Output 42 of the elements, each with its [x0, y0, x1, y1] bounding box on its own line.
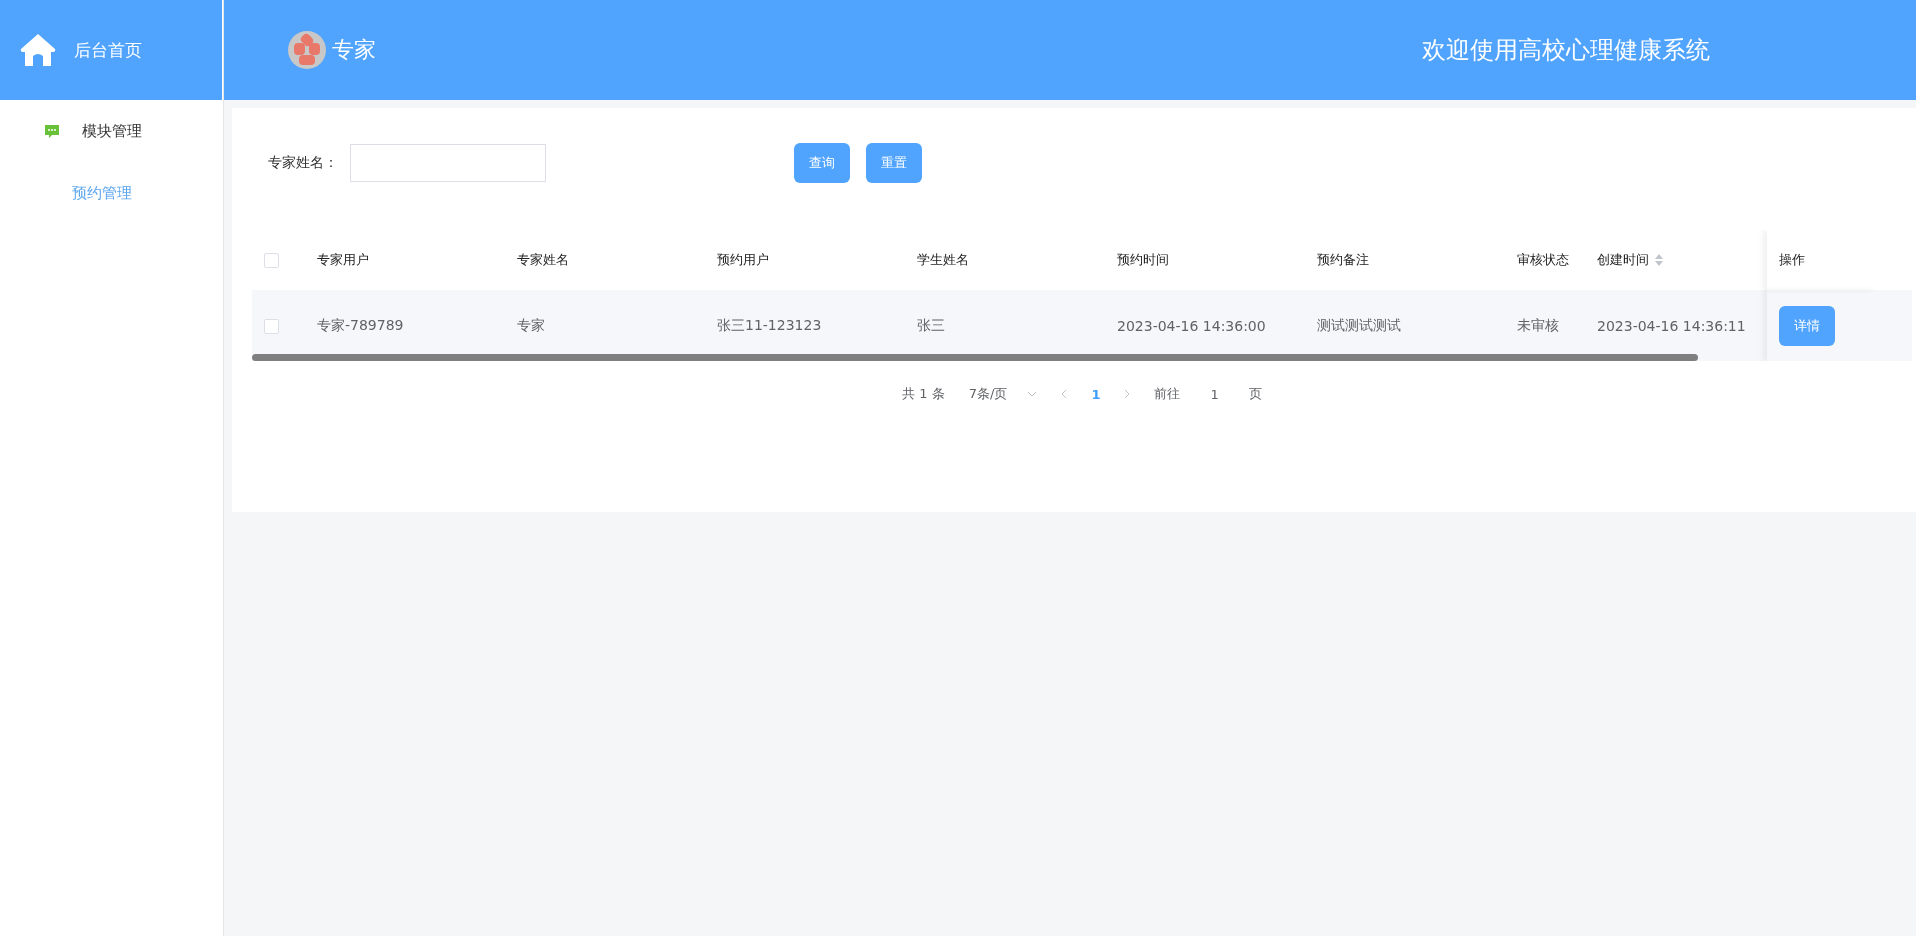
avatar-icon[interactable]: [288, 31, 326, 69]
column-header: 学生姓名: [917, 251, 969, 269]
column-header: 专家姓名: [517, 251, 569, 269]
table-cell: 张三11-123123: [717, 317, 822, 335]
search-button[interactable]: 查询: [794, 143, 850, 183]
select-all-checkbox[interactable]: [264, 252, 279, 268]
goto-page-field[interactable]: 1: [1204, 386, 1225, 402]
table-cell: 专家-789789: [317, 317, 404, 335]
home-link[interactable]: 后台首页: [74, 38, 142, 62]
table-cell: 专家: [517, 317, 545, 335]
horizontal-scrollbar[interactable]: [252, 354, 1698, 361]
column-header: 审核状态: [1517, 251, 1569, 269]
table-cell: 张三: [917, 317, 945, 335]
expert-name-field[interactable]: [350, 144, 546, 182]
details-button[interactable]: 详情: [1779, 306, 1835, 346]
goto-label: 前往: [1154, 385, 1181, 403]
row-checkbox[interactable]: [264, 318, 279, 334]
table-cell: 2023-04-16 14:36:11: [1597, 318, 1746, 334]
table-cell: 未审核: [1517, 317, 1559, 335]
column-header: 预约时间: [1117, 251, 1169, 269]
table-cell: 测试测试测试: [1317, 317, 1401, 335]
column-header: 预约备注: [1317, 251, 1369, 269]
table-cell: 2023-04-16 14:36:00: [1117, 318, 1266, 334]
system-title: 欢迎使用高校心理健康系统: [1422, 35, 1710, 66]
sort-icon[interactable]: [1655, 254, 1663, 266]
page-suffix: 页: [1248, 385, 1262, 403]
caret-icon[interactable]: [1027, 391, 1038, 397]
column-header: 操作: [1779, 251, 1805, 269]
column-header[interactable]: 创建时间: [1597, 251, 1649, 269]
page-size-select[interactable]: 7条/页: [968, 385, 1038, 403]
previous-page-icon[interactable]: [1061, 389, 1068, 399]
column-header: 专家用户: [317, 251, 369, 269]
sidebar-item[interactable]: 模块管理: [0, 100, 223, 162]
field-label: 专家姓名：: [268, 154, 338, 172]
total-count: 共 1 条: [902, 385, 945, 403]
next-page-icon[interactable]: [1124, 389, 1131, 399]
page-number[interactable]: 1: [1091, 386, 1101, 402]
reset-button[interactable]: 重置: [866, 143, 922, 183]
chat-icon: [44, 123, 60, 139]
user-name: 专家: [332, 36, 376, 64]
column-header: 预约用户: [717, 251, 769, 269]
sidebar-item[interactable]: 预约管理: [0, 162, 223, 224]
